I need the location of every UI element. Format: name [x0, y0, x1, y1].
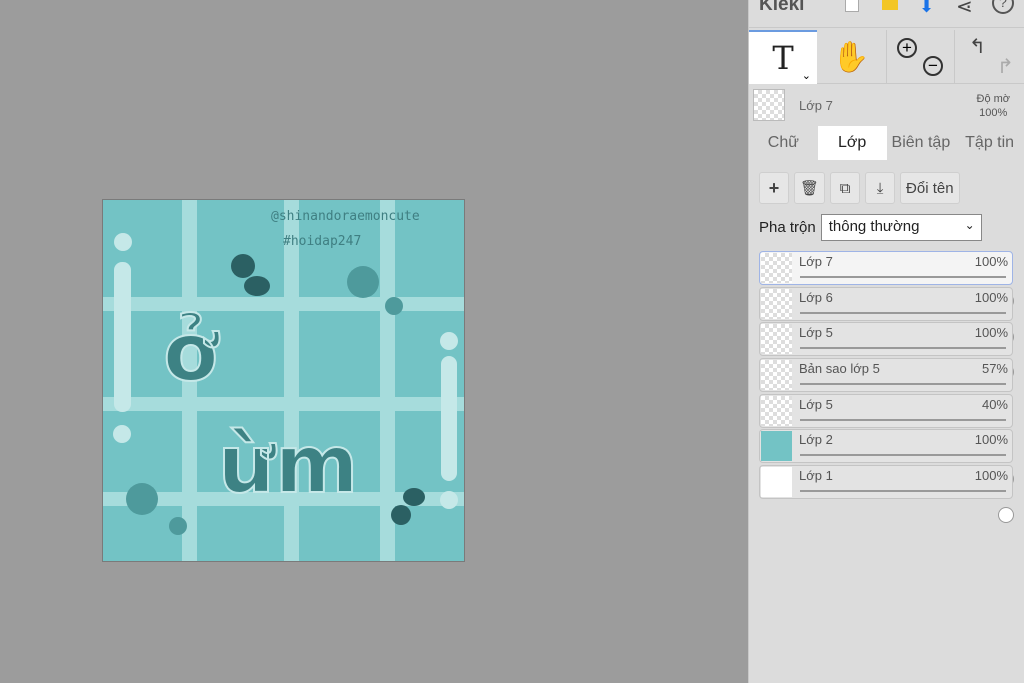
- merge-down-icon: ⤓: [876, 179, 884, 197]
- layer-opacity: 100%: [974, 468, 1008, 484]
- blend-mode-label: Pha trộn: [759, 219, 816, 236]
- artwork: ở ừm @shinandoraemoncute #hoidap247: [103, 200, 464, 561]
- top-bar: Kleki ⬇ ⋖ ?: [749, 0, 1024, 28]
- download-icon[interactable]: ⬇: [919, 0, 939, 16]
- layer-opacity: 100%: [974, 325, 1008, 341]
- zoom-in-icon[interactable]: +: [897, 38, 917, 58]
- current-layer-name: Lớp 7: [799, 98, 833, 113]
- text-tool-icon: T: [772, 39, 794, 77]
- lettering-um: ừm: [218, 418, 358, 511]
- layer-opacity: 100%: [974, 432, 1008, 448]
- layer-thumbnail: [761, 467, 792, 498]
- zoom-out-icon[interactable]: −: [923, 56, 943, 76]
- artwork-handle: @shinandoraemoncute: [271, 209, 420, 224]
- layer-thumbnail: [761, 288, 792, 319]
- layer-opacity-slider[interactable]: [800, 311, 1014, 345]
- hand-icon: ✋: [832, 40, 870, 74]
- lettering-o: ở: [163, 306, 220, 399]
- opacity-label: Độ mờ: [976, 93, 1011, 105]
- zoom-buttons: + −: [886, 30, 954, 84]
- layer-opacity: 100%: [974, 289, 1008, 305]
- layer-actions: + 🗑 ⧉ ⤓ Đổi tên: [759, 172, 960, 204]
- layer-opacity-slider[interactable]: [800, 276, 1014, 309]
- plus-icon: +: [768, 177, 780, 198]
- layer-name: Lớp 2: [799, 432, 833, 448]
- layer-name: Bản sao lớp 5: [799, 361, 880, 377]
- new-file-icon[interactable]: [845, 0, 859, 12]
- layer-opacity: 40%: [981, 396, 1008, 412]
- opacity-readout: Độ mờ 100%: [977, 92, 1011, 120]
- chevron-down-icon[interactable]: ⌄: [802, 69, 811, 82]
- trash-icon: 🗑: [800, 180, 820, 197]
- open-folder-icon[interactable]: [882, 0, 898, 10]
- current-layer-thumbnail: [753, 89, 785, 121]
- layer-opacity-slider[interactable]: [800, 347, 1014, 381]
- layer-opacity-slider[interactable]: [800, 490, 1014, 524]
- layer-item[interactable]: Lớp 7 100%: [759, 251, 1014, 309]
- rename-layer-button[interactable]: Đổi tên: [900, 172, 960, 204]
- layer-item[interactable]: Lớp 6 100%: [759, 286, 1014, 345]
- undo-icon[interactable]: ↰: [969, 34, 986, 59]
- text-tool-button[interactable]: T ⌄: [749, 30, 817, 84]
- tab-edit[interactable]: Biên tập: [887, 126, 956, 160]
- layer-item[interactable]: Bản sao lớp 5 57%: [759, 358, 1013, 417]
- layer-opacity: 57%: [981, 361, 1008, 377]
- history-buttons: ↰ ↱: [954, 30, 1024, 84]
- opacity-value: 100%: [979, 107, 1008, 119]
- layer-item[interactable]: Lớp 5 100%: [759, 322, 1014, 381]
- side-panel: Kleki ⬇ ⋖ ? T ⌄ ✋ + − ↰ ↱ Lớp 7 Độ mờ 100…: [748, 0, 1024, 683]
- layer-thumbnail: [761, 431, 792, 462]
- drawing-canvas[interactable]: ở ừm @shinandoraemoncute #hoidap247: [102, 199, 465, 562]
- hand-tool-button[interactable]: ✋: [817, 30, 885, 84]
- layer-thumbnail: [761, 324, 792, 355]
- duplicate-icon: ⧉: [839, 179, 851, 197]
- artwork-hashtag: #hoidap247: [283, 234, 361, 249]
- layer-list: Lớp 7 100% Lớp 6 100% Lớp 5 100% Bản sao…: [759, 251, 1014, 524]
- layer-name: Lớp 1: [799, 468, 833, 484]
- panel-tabs: Chữ Lớp Biên tập Tập tin: [749, 126, 1024, 160]
- redo-icon[interactable]: ↱: [997, 54, 1014, 79]
- tab-layers[interactable]: Lớp: [817, 126, 887, 160]
- blend-mode-select[interactable]: thông thường ⌄: [820, 214, 982, 241]
- layer-name: Lớp 7: [799, 254, 833, 269]
- layer-opacity-slider[interactable]: [800, 383, 1006, 417]
- app-logo: Kleki: [759, 0, 805, 15]
- layer-name: Lớp 6: [799, 289, 833, 305]
- tab-text[interactable]: Chữ: [749, 126, 818, 160]
- add-layer-button[interactable]: +: [759, 172, 789, 204]
- duplicate-layer-button[interactable]: ⧉: [830, 172, 861, 204]
- layer-name: Lớp 5: [799, 396, 833, 412]
- merge-down-button[interactable]: ⤓: [865, 172, 896, 204]
- help-icon[interactable]: ?: [992, 0, 1014, 14]
- layer-name: Lớp 5: [799, 325, 833, 341]
- share-icon[interactable]: ⋖: [956, 0, 976, 18]
- layer-thumbnail: [761, 253, 792, 283]
- layer-thumbnail: [761, 360, 792, 391]
- current-layer-info: Lớp 7 Độ mờ 100%: [749, 86, 1024, 126]
- tab-file[interactable]: Tập tin: [955, 126, 1024, 160]
- layer-thumbnail: [761, 395, 792, 426]
- layer-opacity: 100%: [974, 254, 1008, 269]
- layer-item[interactable]: Lớp 1 100%: [759, 465, 1014, 524]
- layer-item[interactable]: Lớp 2 100%: [759, 429, 1014, 488]
- layer-item[interactable]: Lớp 5 40%: [759, 393, 1013, 452]
- blend-mode-value: thông thường: [828, 218, 920, 235]
- slider-knob[interactable]: [998, 507, 1014, 524]
- chevron-down-icon: ⌄: [964, 218, 975, 232]
- delete-layer-button[interactable]: 🗑: [794, 172, 826, 204]
- layer-opacity-slider[interactable]: [800, 418, 1006, 452]
- layer-opacity-slider[interactable]: [800, 454, 1014, 488]
- blend-mode-row: Pha trộn thông thường ⌄: [759, 214, 982, 241]
- tool-row: T ⌄ ✋ + − ↰ ↱: [749, 30, 1024, 84]
